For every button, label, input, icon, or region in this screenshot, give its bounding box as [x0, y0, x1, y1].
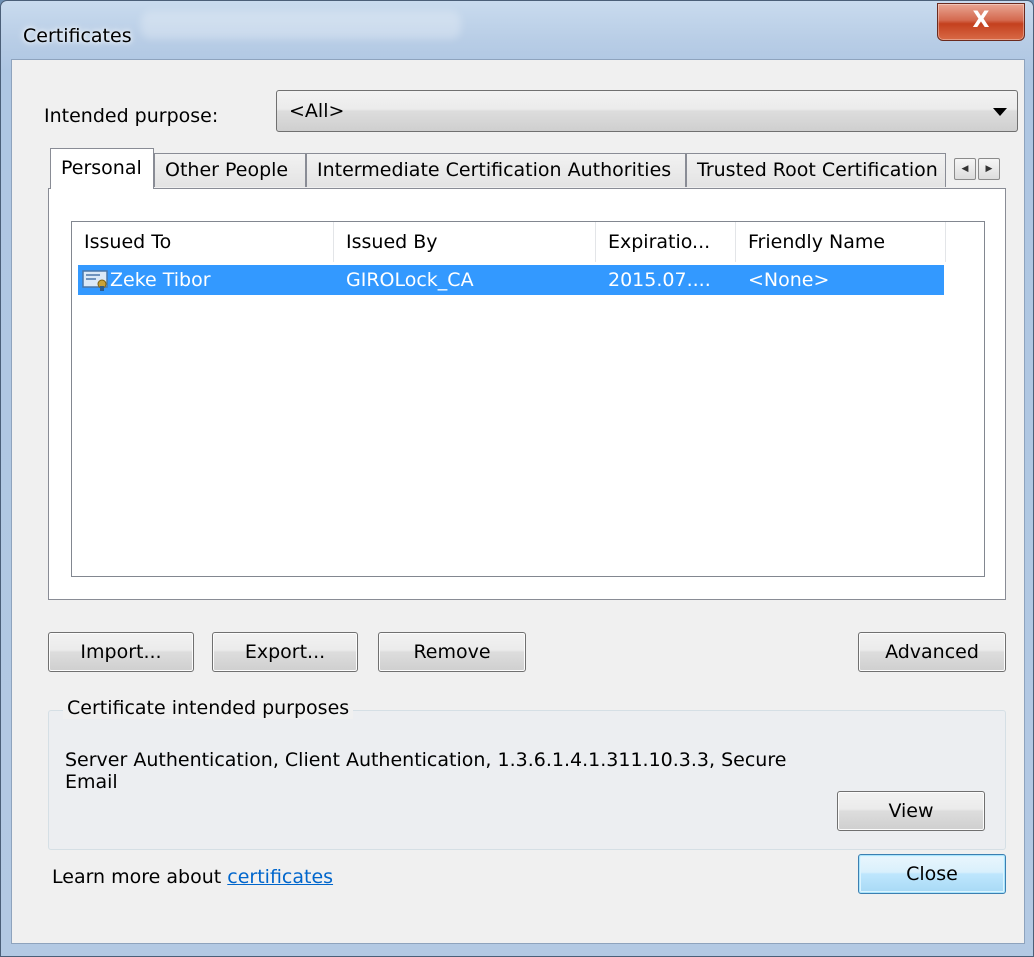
- tab-personal[interactable]: Personal: [50, 148, 154, 189]
- certificate-icon: [82, 269, 110, 291]
- tab-scroll-right-button[interactable]: ▶: [978, 158, 1000, 180]
- view-button-label: View: [888, 800, 934, 822]
- close-button[interactable]: Close: [858, 854, 1006, 894]
- column-header-issued-by[interactable]: Issued By: [334, 222, 596, 262]
- certificate-purposes-text: Server Authentication, Client Authentica…: [65, 749, 787, 793]
- tab-intermediate-ca-label: Intermediate Certification Authorities: [317, 159, 672, 181]
- tab-trusted-root[interactable]: Trusted Root Certification: [686, 153, 946, 187]
- tab-other-people[interactable]: Other People: [154, 153, 306, 187]
- cell-expiration: 2015.07....: [608, 269, 711, 291]
- window-title: Certificates: [23, 25, 132, 47]
- remove-button[interactable]: Remove: [378, 632, 526, 672]
- import-button-label: Import...: [80, 641, 162, 663]
- tab-scroll-left-button[interactable]: ◀: [954, 158, 976, 180]
- intended-purpose-select[interactable]: <All>: [276, 90, 1018, 132]
- tab-intermediate-ca[interactable]: Intermediate Certification Authorities: [306, 153, 686, 187]
- tab-personal-label: Personal: [61, 157, 142, 179]
- view-button[interactable]: View: [837, 791, 985, 831]
- learn-more-text: Learn more about certificates: [52, 866, 333, 888]
- column-header-friendly-name[interactable]: Friendly Name: [736, 222, 946, 262]
- cell-friendly-name: <None>: [748, 269, 830, 291]
- close-button-label: Close: [906, 863, 958, 885]
- chevron-down-icon: [993, 108, 1007, 116]
- certificate-purposes-group: Certificate intended purposes Server Aut…: [48, 697, 1006, 850]
- intended-purpose-value: <All>: [289, 100, 345, 122]
- export-button[interactable]: Export...: [212, 632, 358, 672]
- table-row[interactable]: Zeke Tibor GIROLock_CA 2015.07.... <None…: [78, 265, 944, 295]
- cell-issued-by: GIROLock_CA: [346, 269, 474, 291]
- tab-other-people-label: Other People: [165, 159, 289, 181]
- arrow-left-icon: ◀: [961, 164, 969, 174]
- tab-panel-personal: Issued To Issued By Expiratio... Friendl…: [48, 188, 1006, 600]
- arrow-right-icon: ▶: [985, 164, 993, 174]
- certificates-link[interactable]: certificates: [227, 866, 333, 888]
- close-window-button[interactable]: X: [937, 3, 1025, 41]
- dialog-client-area: Intended purpose: <All> Personal Other P…: [11, 59, 1025, 944]
- advanced-button-label: Advanced: [885, 641, 979, 663]
- group-legend: Certificate intended purposes: [63, 697, 354, 719]
- column-header-expiration[interactable]: Expiratio...: [596, 222, 736, 262]
- title-glass: [141, 11, 461, 39]
- intended-purpose-label-text: Intended purpose:: [44, 105, 219, 127]
- certificate-list[interactable]: Issued To Issued By Expiratio... Friendl…: [71, 221, 985, 577]
- export-button-label: Export...: [244, 641, 326, 663]
- tab-trusted-root-label: Trusted Root Certification: [697, 159, 938, 181]
- remove-button-label: Remove: [413, 641, 491, 663]
- title-bar[interactable]: Certificates X: [1, 1, 1033, 59]
- cell-issued-to: Zeke Tibor: [110, 269, 211, 291]
- advanced-button[interactable]: Advanced: [858, 632, 1006, 672]
- dialog-window: Certificates X Intended purpose: <All> P…: [0, 0, 1034, 957]
- column-header-issued-to[interactable]: Issued To: [72, 222, 334, 262]
- column-header-filler: [946, 222, 984, 262]
- import-button[interactable]: Import...: [48, 632, 194, 672]
- learn-more-prefix: Learn more about: [52, 866, 228, 888]
- intended-purpose-label: Intended purpose:: [44, 105, 218, 127]
